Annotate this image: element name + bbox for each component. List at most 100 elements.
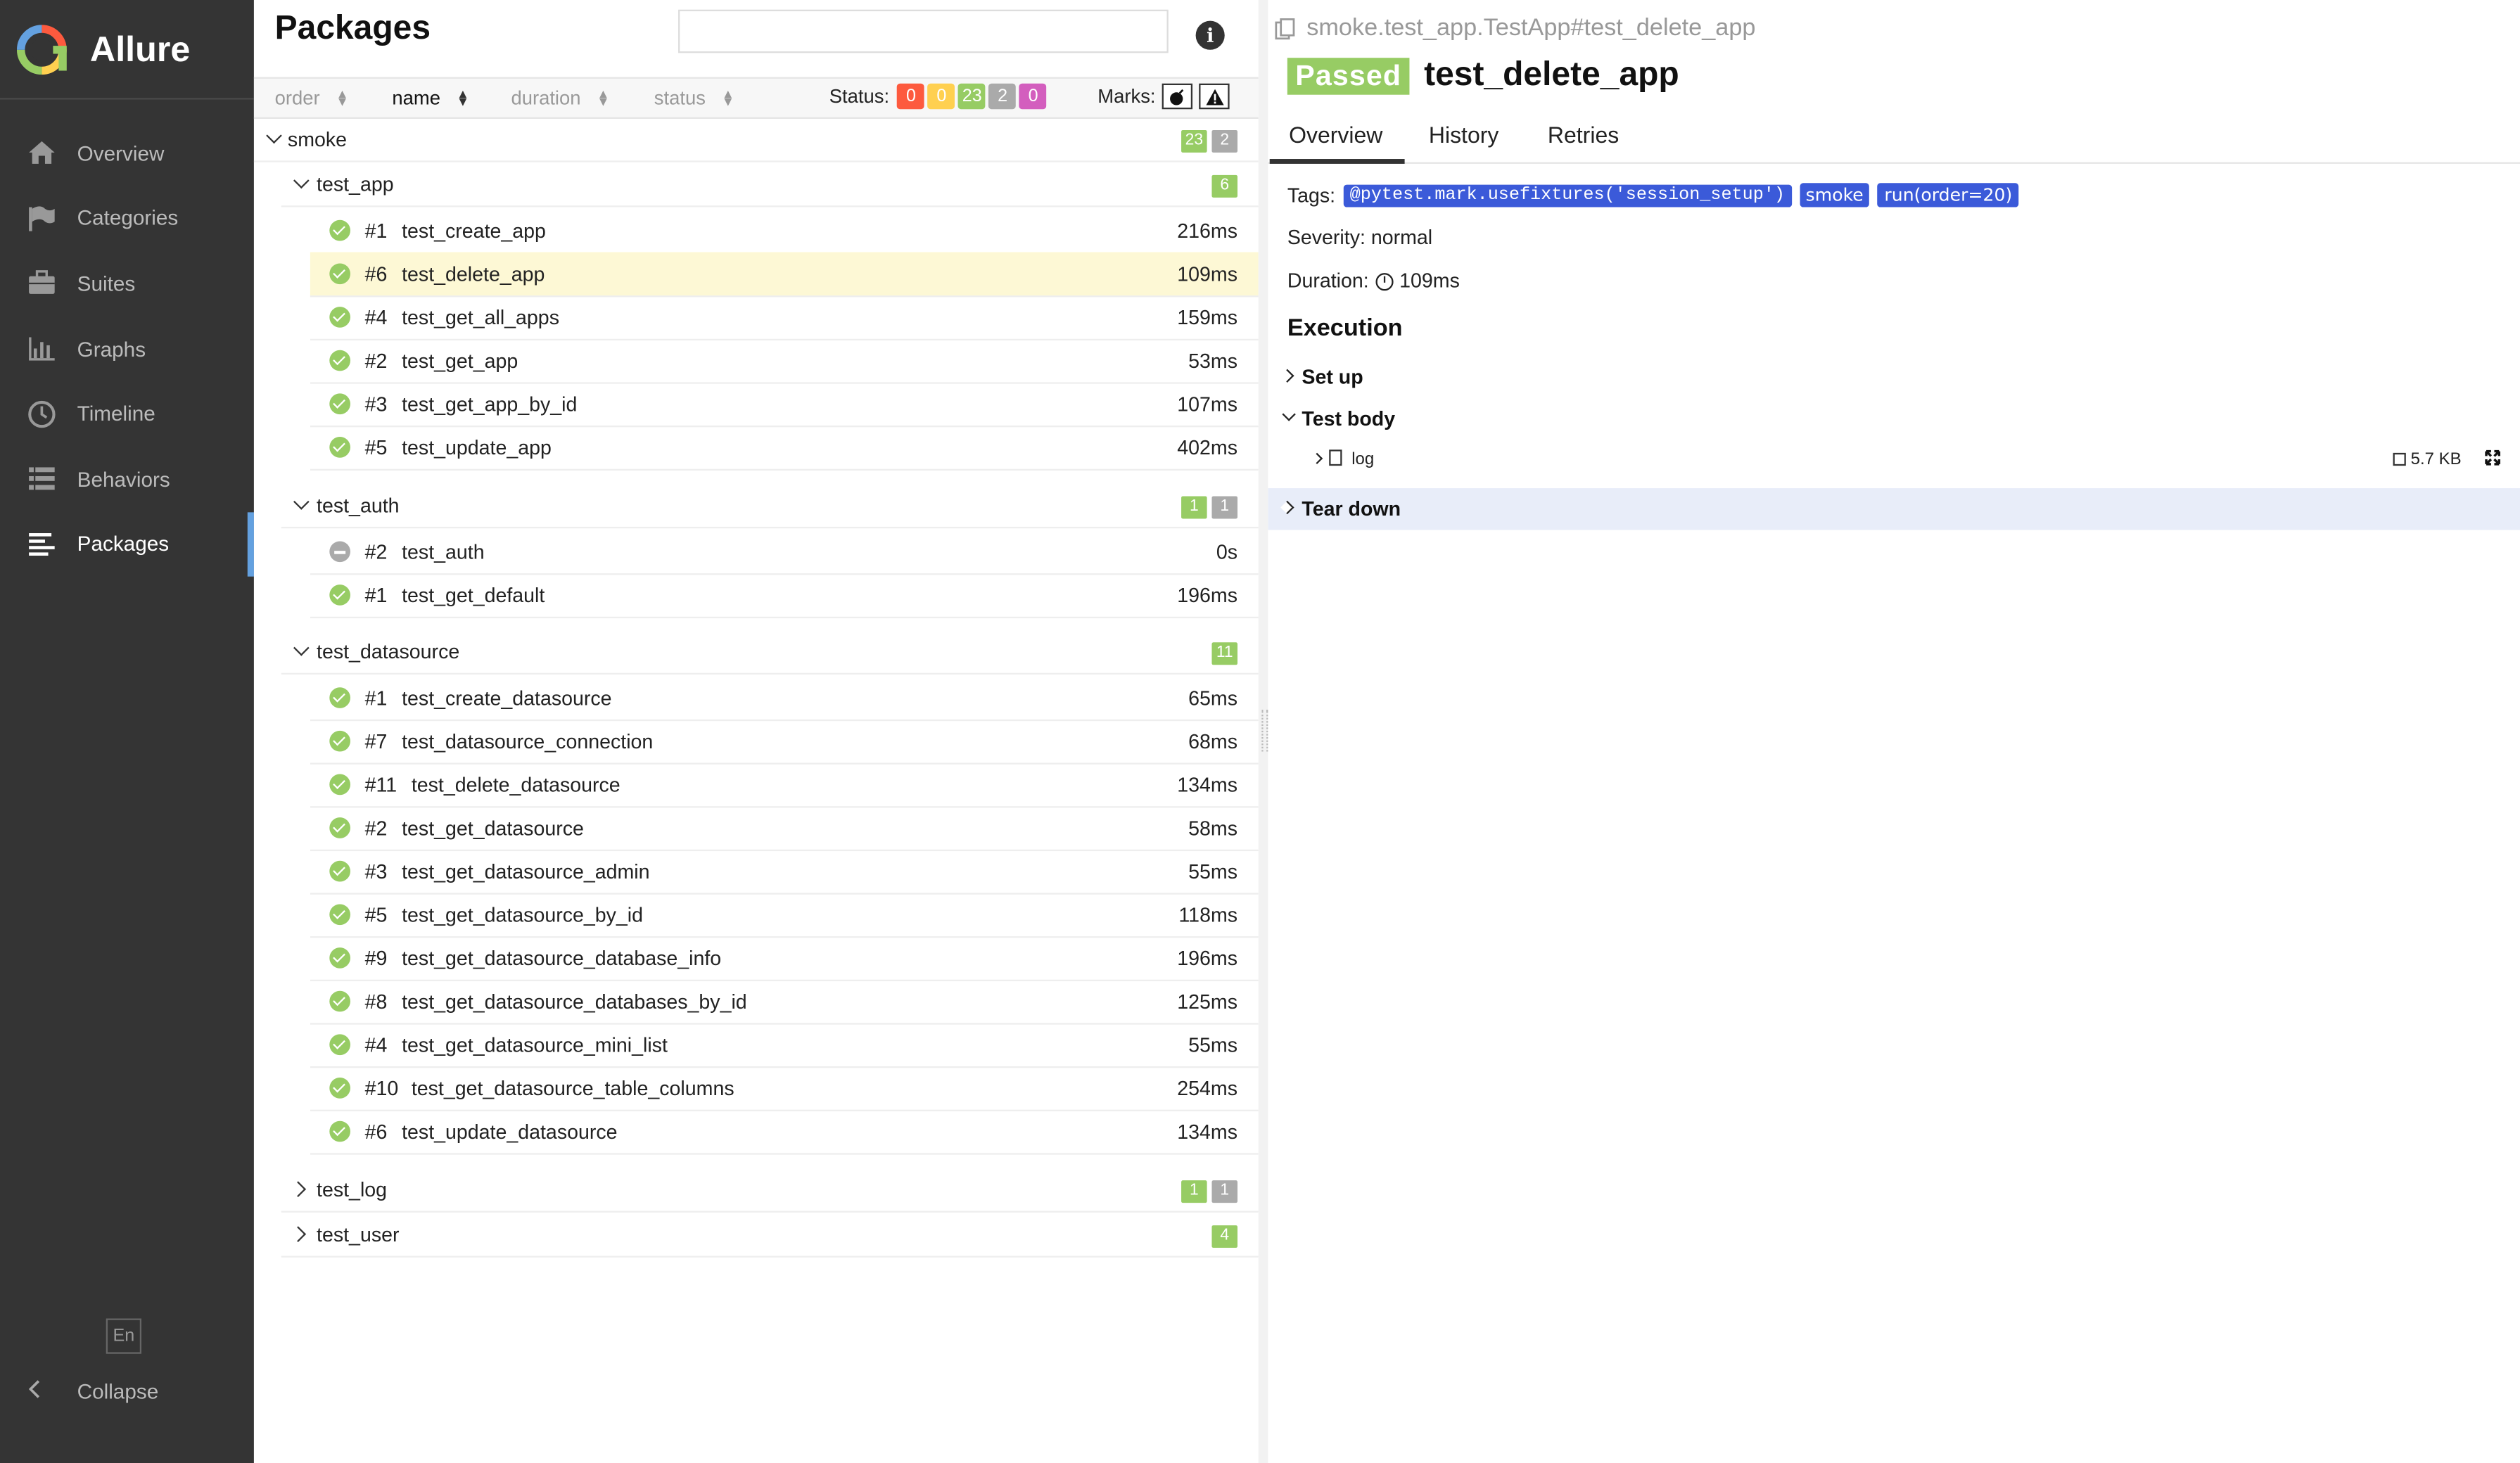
tree-group-test-log[interactable]: test_log 1 1 xyxy=(281,1169,1259,1213)
test-row[interactable]: #1 test_create_datasource 65ms xyxy=(254,676,1259,722)
test-row[interactable]: #7 test_datasource_connection 68ms xyxy=(254,720,1259,765)
test-number: #2 xyxy=(364,817,388,841)
duration-value: 109ms xyxy=(1399,269,1460,293)
step-label: Test body xyxy=(1302,407,1396,430)
tags-row: Tags: @pytest.mark.usefixtures('session_… xyxy=(1287,183,2019,207)
sort-order[interactable]: order ▲ ▼ xyxy=(275,79,349,117)
test-row[interactable]: #3 test_get_app_by_id 107ms xyxy=(254,382,1259,428)
chevron-left-icon xyxy=(28,1379,42,1403)
sidebar-item-graphs[interactable]: Graphs xyxy=(0,316,254,381)
tab-history[interactable]: History xyxy=(1429,122,1499,148)
test-row[interactable]: #5 test_update_app 402ms xyxy=(254,426,1259,471)
passed-status-icon xyxy=(329,860,351,882)
sidebar-item-timeline[interactable]: Timeline xyxy=(0,381,254,447)
step-tear-down[interactable]: Tear down xyxy=(1268,488,2520,530)
floppy-icon xyxy=(2393,452,2406,466)
test-name: test_get_default xyxy=(402,584,545,608)
test-row[interactable]: #1 test_create_app 216ms xyxy=(254,209,1259,254)
test-number: #7 xyxy=(364,730,388,753)
severity-row: Severity: normal xyxy=(1287,226,1433,249)
passed-status-icon xyxy=(329,774,351,796)
test-row[interactable]: #8 test_get_datasource_databases_by_id 1… xyxy=(254,980,1259,1025)
test-number: #10 xyxy=(364,1078,399,1101)
test-duration: 65ms xyxy=(1188,687,1238,710)
tab-retries[interactable]: Retries xyxy=(1548,122,1619,148)
test-row[interactable]: #5 test_get_datasource_by_id 118ms xyxy=(254,893,1259,938)
expand-icon[interactable] xyxy=(2485,449,2501,471)
sort-duration[interactable]: duration ▲ ▼ xyxy=(511,79,609,117)
chevron-down-icon xyxy=(293,639,310,656)
step-test-body[interactable]: Test body xyxy=(1268,398,2520,440)
test-name: test_get_datasource_by_id xyxy=(402,904,644,927)
test-name: test_delete_app xyxy=(402,263,545,286)
test-row[interactable]: #9 test_get_datasource_database_info 196… xyxy=(254,936,1259,982)
test-duration: 134ms xyxy=(1177,1120,1238,1144)
step-label: Tear down xyxy=(1302,497,1401,520)
flaky-bomb-icon[interactable] xyxy=(1162,83,1193,110)
search-input[interactable] xyxy=(678,9,1169,53)
language-selector[interactable]: En xyxy=(106,1318,142,1354)
test-row[interactable]: #1 test_get_default 196ms xyxy=(254,573,1259,619)
test-duration: 118ms xyxy=(1178,904,1238,927)
sort-status[interactable]: status ▲ ▼ xyxy=(654,79,734,117)
sidebar-item-behaviors[interactable]: Behaviors xyxy=(0,447,254,512)
chevron-right-icon xyxy=(290,1181,307,1198)
passed-status-icon xyxy=(329,1034,351,1056)
test-row-selected[interactable]: #6 test_delete_app 109ms xyxy=(254,252,1259,298)
passed-count-badge: 11 xyxy=(1211,642,1238,665)
marks-filter: Marks: xyxy=(1097,83,1230,110)
status-badge: Passed xyxy=(1287,57,1410,94)
status-unknown-toggle[interactable]: 0 xyxy=(1019,83,1047,110)
skipped-count-badge: 1 xyxy=(1211,496,1238,519)
test-number: #4 xyxy=(364,1034,388,1057)
test-row[interactable]: #11 test_delete_datasource 134ms xyxy=(254,763,1259,808)
sidebar-item-overview[interactable]: Overview xyxy=(0,120,254,186)
test-duration: 58ms xyxy=(1188,817,1238,841)
sidebar-item-packages[interactable]: Packages xyxy=(0,511,254,577)
passed-status-icon xyxy=(329,947,351,969)
info-icon[interactable]: i xyxy=(1195,20,1225,50)
chevron-down-icon xyxy=(266,127,282,144)
test-row[interactable]: #6 test_update_datasource 134ms xyxy=(254,1110,1259,1155)
status-failed-toggle[interactable]: 0 xyxy=(897,83,925,110)
sidebar-item-suites[interactable]: Suites xyxy=(0,251,254,317)
test-title-line: Passed test_delete_app xyxy=(1287,56,1679,95)
tree-group-test-auth[interactable]: test_auth 1 1 xyxy=(281,485,1259,529)
home-icon xyxy=(26,137,58,170)
sort-name[interactable]: name ▲ ▼ xyxy=(392,79,469,117)
test-row[interactable]: #3 test_get_datasource_admin 55ms xyxy=(254,850,1259,895)
marks-label: Marks: xyxy=(1097,85,1156,108)
attachment-row[interactable]: log 5.7 KB xyxy=(1268,443,2520,475)
sort-duration-label: duration xyxy=(511,87,581,110)
test-number: #1 xyxy=(364,219,388,243)
tab-overview[interactable]: Overview xyxy=(1269,122,1406,164)
tree-group-smoke[interactable]: smoke 23 2 xyxy=(253,119,1259,162)
tree-group-test-datasource[interactable]: test_datasource 11 xyxy=(281,631,1259,675)
test-name: test_update_app xyxy=(402,437,552,460)
test-row[interactable]: #2 test_auth 0s xyxy=(254,530,1259,575)
test-row[interactable]: #4 test_get_datasource_mini_list 55ms xyxy=(254,1023,1259,1068)
test-row[interactable]: #10 test_get_datasource_table_columns 25… xyxy=(254,1066,1259,1111)
test-row[interactable]: #4 test_get_all_apps 159ms xyxy=(254,295,1259,341)
brand[interactable]: Allure xyxy=(16,23,191,77)
test-number: #8 xyxy=(364,990,388,1014)
warning-icon[interactable] xyxy=(1199,83,1230,110)
tree-group-test-user[interactable]: test_user 4 xyxy=(281,1214,1259,1258)
status-passed-toggle[interactable]: 23 xyxy=(958,83,986,110)
passed-status-icon xyxy=(329,437,351,458)
step-set-up[interactable]: Set up xyxy=(1268,357,2520,398)
copy-icon[interactable] xyxy=(1275,17,1297,39)
packages-pane: Packages i order ▲ ▼ name ▲ ▼ duration ▲ ▼ … xyxy=(253,0,1259,1463)
test-row[interactable]: #2 test_get_app 53ms xyxy=(254,339,1259,384)
status-skipped-toggle[interactable]: 2 xyxy=(988,83,1017,110)
status-broken-toggle[interactable]: 0 xyxy=(927,83,955,110)
test-duration: 53ms xyxy=(1188,350,1238,373)
sidebar-item-categories[interactable]: Categories xyxy=(0,186,254,251)
group-badges: 4 xyxy=(1207,1225,1238,1248)
test-row[interactable]: #2 test_get_datasource 58ms xyxy=(254,806,1259,852)
tree-group-test-app[interactable]: test_app 6 xyxy=(281,164,1259,207)
pane-splitter[interactable] xyxy=(1258,0,1268,1463)
collapse-button[interactable]: Collapse xyxy=(0,1368,254,1413)
allure-logo-icon xyxy=(16,25,67,75)
sidebar-item-label: Timeline xyxy=(77,402,155,426)
